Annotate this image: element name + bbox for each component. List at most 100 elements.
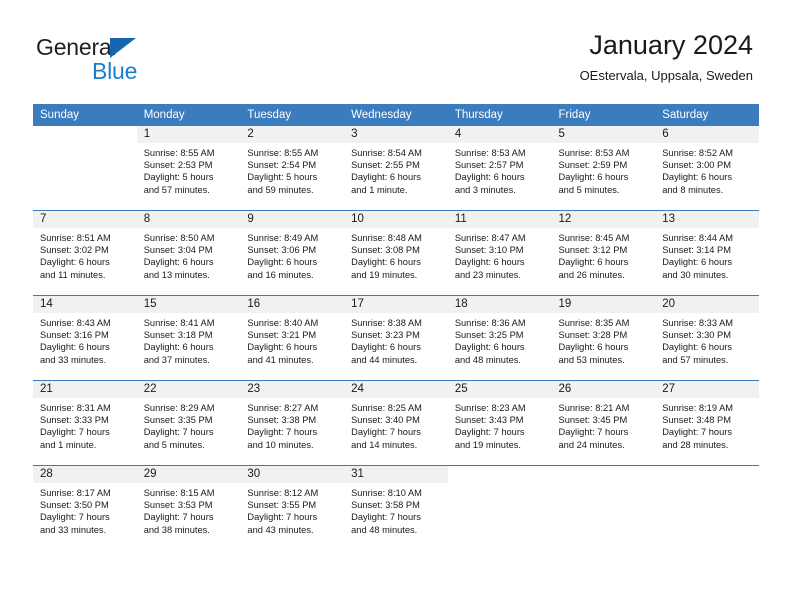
day-details: Sunrise: 8:48 AM Sunset: 3:08 PM Daylight:… xyxy=(344,228,448,281)
day-number: 11 xyxy=(447,211,552,228)
calendar-day-cell[interactable]: 21 Sunrise: 8:31 AM Sunset: 3:33 PM Dayligh… xyxy=(33,380,137,466)
calendar-week-row: 14 Sunrise: 8:43 AM Sunset: 3:16 PM Dayligh… xyxy=(33,295,759,381)
calendar-day-cell[interactable]: 22 Sunrise: 8:29 AM Sunset: 3:35 PM Dayligh… xyxy=(136,380,241,466)
day-details: Sunrise: 8:23 AM Sunset: 3:43 PM Daylight:… xyxy=(448,398,552,451)
calendar-day-cell[interactable]: 24 Sunrise: 8:25 AM Sunset: 3:40 PM Dayligh… xyxy=(344,380,448,466)
daylight-text-line2: and 5 minutes. xyxy=(558,184,620,195)
daylight-text-line2: and 43 minutes. xyxy=(247,524,314,535)
calendar-day-cell[interactable]: 26 Sunrise: 8:21 AM Sunset: 3:45 PM Dayligh… xyxy=(551,380,656,466)
sunrise-text: Sunrise: 8:17 AM xyxy=(40,488,111,498)
daylight-text-line2: and 19 minutes. xyxy=(454,439,521,450)
day-number: 23 xyxy=(240,381,345,398)
daylight-text-line2: and 23 minutes. xyxy=(454,269,521,280)
calendar-day-cell[interactable]: 29 Sunrise: 8:15 AM Sunset: 3:53 PM Dayligh… xyxy=(136,465,241,550)
day-number: 9 xyxy=(240,211,345,228)
calendar-day-cell[interactable]: 4 Sunrise: 8:53 AM Sunset: 2:57 PM Daylight… xyxy=(447,126,552,211)
calendar-cell-inner: 29 Sunrise: 8:15 AM Sunset: 3:53 PM Dayligh… xyxy=(136,466,241,550)
day-number: 27 xyxy=(655,381,759,398)
calendar-cell-inner: 13 Sunrise: 8:44 AM Sunset: 3:14 PM Dayligh… xyxy=(655,211,759,295)
day-number: 28 xyxy=(33,466,137,483)
calendar-cell-inner xyxy=(655,466,759,550)
calendar-day-cell[interactable]: 11 Sunrise: 8:47 AM Sunset: 3:10 PM Dayligh… xyxy=(447,210,552,296)
weekday-header-saturday: Saturday xyxy=(655,104,759,126)
calendar-cell-inner: 21 Sunrise: 8:31 AM Sunset: 3:33 PM Dayligh… xyxy=(33,381,137,465)
calendar-cell-inner: 6 Sunrise: 8:52 AM Sunset: 3:00 PM Daylight… xyxy=(655,126,759,210)
day-details: Sunrise: 8:19 AM Sunset: 3:48 PM Daylight:… xyxy=(655,398,759,451)
calendar-day-cell[interactable]: 14 Sunrise: 8:43 AM Sunset: 3:16 PM Dayligh… xyxy=(33,295,137,381)
calendar-cell-empty xyxy=(551,465,656,550)
day-number: 10 xyxy=(344,211,448,228)
sunrise-text: Sunrise: 8:50 AM xyxy=(143,233,215,243)
calendar-cell-inner: 12 Sunrise: 8:45 AM Sunset: 3:12 PM Dayligh… xyxy=(551,211,656,295)
daylight-text-line1: Daylight: 6 hours xyxy=(143,342,214,353)
calendar-day-cell[interactable]: 19 Sunrise: 8:35 AM Sunset: 3:28 PM Dayligh… xyxy=(551,295,656,381)
brand-name-blue: Blue xyxy=(92,58,138,84)
sunset-text: Sunset: 3:33 PM xyxy=(40,415,109,426)
daylight-text-line1: Daylight: 6 hours xyxy=(454,172,525,183)
daylight-text-line1: Daylight: 6 hours xyxy=(558,172,629,183)
day-details: Sunrise: 8:55 AM Sunset: 2:53 PM Daylight:… xyxy=(137,143,241,196)
calendar-day-cell[interactable]: 7 Sunrise: 8:51 AM Sunset: 3:02 PM Daylight… xyxy=(33,210,137,296)
calendar-day-cell[interactable]: 10 Sunrise: 8:48 AM Sunset: 3:08 PM Dayligh… xyxy=(344,210,448,296)
calendar-day-cell[interactable]: 28 Sunrise: 8:17 AM Sunset: 3:50 PM Dayligh… xyxy=(33,465,137,550)
sunset-text: Sunset: 3:58 PM xyxy=(351,500,420,511)
calendar-day-cell[interactable]: 30 Sunrise: 8:12 AM Sunset: 3:55 PM Dayligh… xyxy=(240,465,345,550)
daylight-text-line1: Daylight: 6 hours xyxy=(454,342,525,353)
calendar-day-cell[interactable]: 13 Sunrise: 8:44 AM Sunset: 3:14 PM Dayligh… xyxy=(655,210,759,296)
calendar-cell-inner: 30 Sunrise: 8:12 AM Sunset: 3:55 PM Dayligh… xyxy=(240,466,345,550)
daylight-text-line1: Daylight: 7 hours xyxy=(454,427,525,438)
day-details: Sunrise: 8:36 AM Sunset: 3:25 PM Daylight:… xyxy=(448,313,552,366)
calendar-cell-inner: 3 Sunrise: 8:54 AM Sunset: 2:55 PM Daylight… xyxy=(344,126,448,210)
calendar-day-cell[interactable]: 31 Sunrise: 8:10 AM Sunset: 3:58 PM Dayligh… xyxy=(344,465,448,550)
sunset-text: Sunset: 3:12 PM xyxy=(558,245,628,256)
calendar-day-cell[interactable]: 3 Sunrise: 8:54 AM Sunset: 2:55 PM Daylight… xyxy=(344,126,448,211)
calendar-day-cell[interactable]: 23 Sunrise: 8:27 AM Sunset: 3:38 PM Dayligh… xyxy=(240,380,345,466)
calendar-day-cell[interactable]: 6 Sunrise: 8:52 AM Sunset: 3:00 PM Daylight… xyxy=(655,126,759,211)
calendar-day-cell[interactable]: 2 Sunrise: 8:55 AM Sunset: 2:54 PM Daylight… xyxy=(240,126,345,211)
daylight-text-line1: Daylight: 6 hours xyxy=(40,342,110,353)
calendar-page: General Blue January 2024 OEstervala, Up… xyxy=(0,0,792,612)
day-details: Sunrise: 8:27 AM Sunset: 3:38 PM Daylight:… xyxy=(240,398,344,451)
daylight-text-line1: Daylight: 7 hours xyxy=(247,427,318,438)
calendar-day-cell[interactable]: 8 Sunrise: 8:50 AM Sunset: 3:04 PM Daylight… xyxy=(136,210,241,296)
calendar-cell-inner: 18 Sunrise: 8:36 AM Sunset: 3:25 PM Dayligh… xyxy=(447,296,552,380)
weekday-header-sunday: Sunday xyxy=(33,104,137,126)
sunset-text: Sunset: 3:04 PM xyxy=(143,245,213,256)
sunset-text: Sunset: 3:43 PM xyxy=(454,415,524,426)
calendar-day-cell[interactable]: 20 Sunrise: 8:33 AM Sunset: 3:30 PM Dayligh… xyxy=(655,295,759,381)
daylight-text-line1: Daylight: 7 hours xyxy=(143,427,214,438)
day-number xyxy=(655,466,759,483)
calendar-day-cell[interactable]: 16 Sunrise: 8:40 AM Sunset: 3:21 PM Dayligh… xyxy=(240,295,345,381)
calendar-day-cell[interactable]: 12 Sunrise: 8:45 AM Sunset: 3:12 PM Dayligh… xyxy=(551,210,656,296)
calendar-header-row: Sunday Monday Tuesday Wednesday Thursday… xyxy=(33,104,759,126)
day-details: Sunrise: 8:10 AM Sunset: 3:58 PM Daylight:… xyxy=(344,483,448,536)
daylight-text-line2: and 14 minutes. xyxy=(351,439,418,450)
day-details: Sunrise: 8:29 AM Sunset: 3:35 PM Daylight:… xyxy=(137,398,241,451)
calendar-day-cell[interactable]: 17 Sunrise: 8:38 AM Sunset: 3:23 PM Dayligh… xyxy=(344,295,448,381)
calendar-day-cell[interactable]: 27 Sunrise: 8:19 AM Sunset: 3:48 PM Dayligh… xyxy=(655,380,759,466)
calendar-day-cell[interactable]: 9 Sunrise: 8:49 AM Sunset: 3:06 PM Daylight… xyxy=(240,210,345,296)
daylight-text-line1: Daylight: 6 hours xyxy=(247,342,318,353)
calendar-day-cell[interactable]: 18 Sunrise: 8:36 AM Sunset: 3:25 PM Dayligh… xyxy=(447,295,552,381)
calendar-cell-inner: 28 Sunrise: 8:17 AM Sunset: 3:50 PM Dayligh… xyxy=(33,466,137,550)
sunset-text: Sunset: 3:08 PM xyxy=(351,245,420,256)
calendar-day-cell[interactable]: 25 Sunrise: 8:23 AM Sunset: 3:43 PM Dayligh… xyxy=(447,380,552,466)
daylight-text-line2: and 8 minutes. xyxy=(662,184,724,195)
sunset-text: Sunset: 2:57 PM xyxy=(454,160,524,171)
calendar-cell-inner: 23 Sunrise: 8:27 AM Sunset: 3:38 PM Dayligh… xyxy=(240,381,345,465)
daylight-text-line1: Daylight: 7 hours xyxy=(143,512,214,523)
calendar-day-cell[interactable]: 1 Sunrise: 8:55 AM Sunset: 2:53 PM Daylight… xyxy=(136,126,241,211)
calendar-cell-inner: 14 Sunrise: 8:43 AM Sunset: 3:16 PM Dayligh… xyxy=(33,296,137,380)
day-details: Sunrise: 8:33 AM Sunset: 3:30 PM Daylight:… xyxy=(655,313,759,366)
sunrise-text: Sunrise: 8:15 AM xyxy=(143,488,215,498)
day-number: 5 xyxy=(551,126,656,143)
daylight-text-line1: Daylight: 7 hours xyxy=(247,512,318,523)
daylight-text-line2: and 48 minutes. xyxy=(351,524,418,535)
day-details: Sunrise: 8:15 AM Sunset: 3:53 PM Daylight:… xyxy=(137,483,241,536)
sunrise-text: Sunrise: 8:27 AM xyxy=(247,403,319,413)
day-details: Sunrise: 8:43 AM Sunset: 3:16 PM Daylight:… xyxy=(33,313,137,366)
sunset-text: Sunset: 3:23 PM xyxy=(351,330,420,341)
daylight-text-line1: Daylight: 6 hours xyxy=(247,257,318,268)
calendar-day-cell[interactable]: 15 Sunrise: 8:41 AM Sunset: 3:18 PM Dayligh… xyxy=(136,295,241,381)
calendar-day-cell[interactable]: 5 Sunrise: 8:53 AM Sunset: 2:59 PM Daylight… xyxy=(551,126,656,211)
